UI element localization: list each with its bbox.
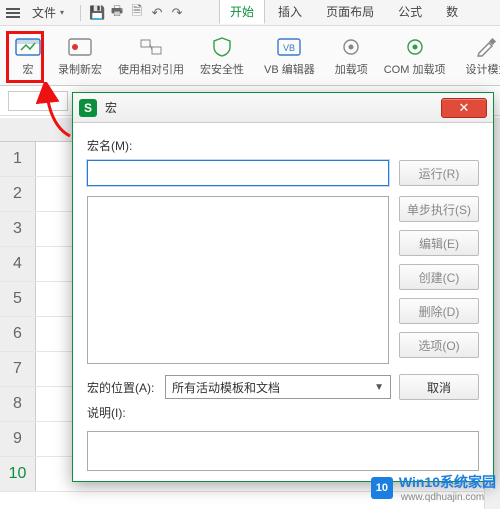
macro-location-value: 所有活动模板和文档 [172,379,280,396]
print-icon[interactable]: 🖶 [109,5,125,21]
record-icon [66,35,94,59]
ribbon-design-label: 设计模式 [465,61,500,77]
hamburger-icon[interactable] [6,8,20,18]
ribbon-com-label: COM 加载项 [384,61,446,77]
row-header[interactable]: 4 [0,247,36,281]
ribbon-tabs: 开始 插入 页面布局 公式 数 [219,2,469,24]
row-header[interactable]: 8 [0,387,36,421]
row-header[interactable]: 5 [0,282,36,316]
dialog-body: 宏名(M): 运行(R) 单步执行(S) 编辑(E) 创建(C) 删除(D) 选… [73,123,493,481]
row-header[interactable]: 3 [0,212,36,246]
create-button[interactable]: 创建(C) [399,264,479,290]
ribbon-security-label: 宏安全性 [200,61,244,77]
row-header[interactable]: 10 [0,457,36,491]
row-header[interactable]: 1 [0,142,36,176]
watermark-url: www.qdhuajin.com [401,492,496,503]
delete-button[interactable]: 删除(D) [399,298,479,324]
edit-button[interactable]: 编辑(E) [399,230,479,256]
ribbon-vbe-label: VB 编辑器 [264,61,315,77]
options-button[interactable]: 选项(O) [399,332,479,358]
description-box[interactable] [87,431,479,471]
ribbon-com-addins[interactable]: COM 加载项 [378,35,452,77]
cancel-button[interactable]: 取消 [399,374,479,400]
ribbon-vbe[interactable]: VB VB 编辑器 [258,35,321,77]
redo-icon[interactable]: ↷ [169,5,185,21]
relative-ref-icon [137,35,165,59]
ribbon-macro-label: 宏 [23,61,34,77]
addins-icon [337,35,365,59]
ribbon-record-macro[interactable]: 录制新宏 [52,35,108,77]
app-badge-icon: S [79,99,97,117]
ribbon-relative-label: 使用相对引用 [118,61,184,77]
com-addins-icon [401,35,429,59]
ribbon-addins[interactable]: 加载项 [329,35,374,77]
file-menu-label: 文件 [32,4,56,21]
row-header[interactable]: 2 [0,177,36,211]
close-button[interactable]: ✕ [441,98,487,118]
close-icon: ✕ [459,100,470,116]
watermark-title: Win10系统家园 [399,472,496,492]
save-icon[interactable]: 💾 [89,5,105,21]
print-preview-icon[interactable]: 🗎 [129,5,145,21]
security-icon [208,35,236,59]
row-header[interactable]: 9 [0,422,36,456]
chevron-down-icon: ▼ [374,382,384,393]
macro-icon [14,35,42,59]
dialog-title: 宏 [105,99,441,116]
file-menu[interactable]: 文件 ▾ [24,2,72,23]
watermark: 10 Win10系统家园 www.qdhuajin.com [371,472,496,503]
ribbon-design-mode[interactable]: 设计模式 [459,35,500,77]
separator [80,5,81,21]
ribbon-macro-security[interactable]: 宏安全性 [194,35,250,77]
tab-pagelayout[interactable]: 页面布局 [315,0,385,24]
macro-location-select[interactable]: 所有活动模板和文档 ▼ [165,375,391,399]
tab-data[interactable]: 数 [435,0,469,24]
watermark-badge-icon: 10 [371,477,393,499]
tab-start[interactable]: 开始 [219,0,265,24]
tab-formula[interactable]: 公式 [387,0,433,24]
ribbon: 宏 录制新宏 使用相对引用 宏安全性 VB VB 编辑器 加载项 [0,26,500,86]
run-button[interactable]: 运行(R) [399,160,479,186]
dialog-titlebar[interactable]: S 宏 ✕ [73,93,493,123]
ribbon-relative-ref[interactable]: 使用相对引用 [112,35,190,77]
description-label: 说明(I): [87,404,479,421]
macro-location-label: 宏的位置(A): [87,379,157,396]
vbe-icon: VB [275,35,303,59]
ribbon-macro[interactable]: 宏 [8,35,48,77]
design-mode-icon [473,35,500,59]
ribbon-addins-label: 加载项 [335,61,368,77]
svg-text:VB: VB [283,43,295,53]
macro-name-label: 宏名(M): [87,137,479,154]
macro-listbox[interactable] [87,196,389,364]
undo-icon[interactable]: ↶ [149,5,165,21]
menubar: 文件 ▾ 💾 🖶 🗎 ↶ ↷ 开始 插入 页面布局 公式 数 [0,0,500,26]
tab-insert[interactable]: 插入 [267,0,313,24]
ribbon-record-label: 录制新宏 [58,61,102,77]
chevron-down-icon: ▾ [60,8,64,17]
row-header[interactable]: 6 [0,317,36,351]
step-button[interactable]: 单步执行(S) [399,196,479,222]
macro-name-input[interactable] [87,160,389,186]
name-box[interactable] [8,91,68,111]
row-header[interactable]: 7 [0,352,36,386]
macro-dialog: S 宏 ✕ 宏名(M): 运行(R) 单步执行(S) 编辑(E) 创建(C) 删… [72,92,494,482]
